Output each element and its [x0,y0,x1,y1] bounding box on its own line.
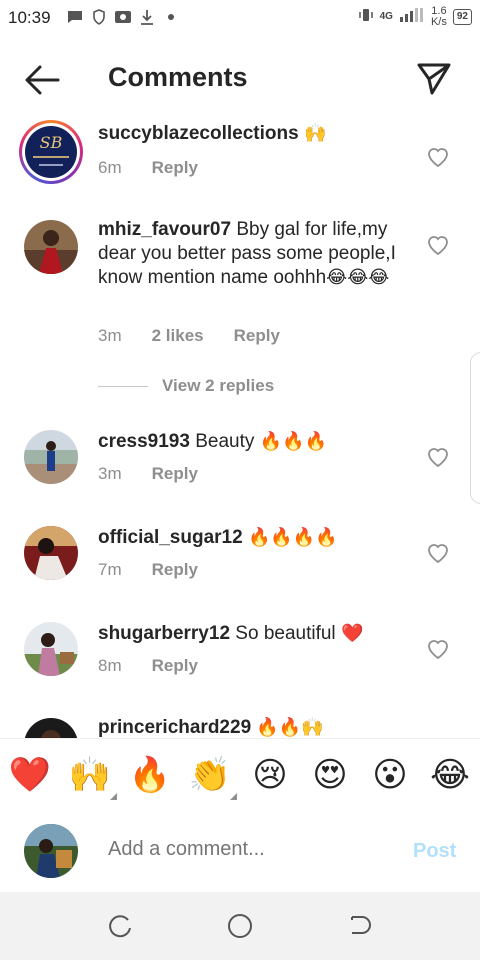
back-arrow-icon [25,65,60,95]
comment-body: So beautiful [235,623,336,644]
emoji-reaction-bar: ❤️ 🙌 🔥 👏 😢 😍 😮 😂 [0,738,480,814]
like-heart-icon[interactable] [424,634,452,662]
avatar[interactable] [24,718,78,738]
home-circle-icon [228,914,252,938]
reply-button[interactable]: Reply [152,464,198,484]
comment-text: shugarberry12 So beautiful ❤️ [98,622,416,646]
reply-button[interactable]: Reply [152,560,198,580]
comments-list[interactable]: SB succyblazecollections 🙌 6m Reply mhiz… [0,112,480,738]
like-heart-icon[interactable] [424,538,452,566]
comment-composer: Post [0,812,480,892]
network-speed: 1.6 K/s [431,6,447,28]
comment-username[interactable]: shugarberry12 [98,623,230,644]
comment-text: succyblazecollections 🙌 [98,122,416,146]
comment-meta: 7m Reply [98,560,228,580]
avatar[interactable] [24,430,78,484]
emoji-heart-button[interactable]: ❤️ [8,753,52,797]
emoji-surprised-button[interactable]: 😮 [368,753,412,797]
skin-tone-indicator-icon [110,793,117,800]
comment-time: 7m [98,560,122,579]
emoji-clap-button[interactable]: 👏 [188,753,232,797]
system-nav-bar [0,892,480,960]
network-type: 4G [379,11,393,22]
divider-line [98,385,148,387]
home-button[interactable] [226,912,254,940]
paper-plane-icon [417,63,451,95]
speed-unit: K/s [430,16,447,28]
status-bar: 10:39 4G 1.6 K/s 92 [0,0,480,36]
view-replies-button[interactable]: View 2 replies [98,376,274,396]
notification-icons [66,9,180,25]
comment-username[interactable]: cress9193 [98,431,190,452]
status-right: 4G 1.6 K/s 92 [358,6,472,28]
reply-button[interactable]: Reply [234,326,280,346]
header: Comments [0,50,480,110]
comment-emojis: 🔥🔥🙌 [256,717,324,738]
emoji-raised-hands-button[interactable]: 🙌 [68,753,112,797]
brand-logo-image: SB [25,126,77,178]
page-title: Comments [108,62,248,92]
vibrate-icon [358,8,374,27]
send-button[interactable] [416,60,452,96]
shield-icon [90,9,108,25]
comment-emojis: 🔥🔥🔥 [259,431,327,452]
photo-icon [114,9,132,25]
recent-apps-button[interactable] [106,912,134,940]
signal-icon [399,7,425,28]
comment-meta: 8m Reply [98,656,228,676]
comment-username[interactable]: mhiz_favour07 [98,219,231,240]
comment-emojis: 😂😂😂 [326,267,390,288]
emoji-crying-button[interactable]: 😢 [248,753,292,797]
message-icon [66,9,84,25]
reply-button[interactable]: Reply [152,656,198,676]
back-button[interactable] [24,62,60,98]
post-button[interactable]: Post [413,840,456,863]
status-time: 10:39 [8,8,51,27]
comment-time: 3m [98,464,122,483]
avatar[interactable]: SB [19,120,83,184]
back-nav-button[interactable] [346,912,374,940]
comment-emojis: 🙌 [303,123,327,144]
comment-username[interactable]: succyblazecollections [98,123,299,144]
likes-count[interactable]: 2 likes [152,326,204,346]
comment-meta: 6m Reply [98,158,228,178]
comment-body: Beauty [195,431,255,452]
avatar[interactable] [24,220,78,274]
emoji-fire-button[interactable]: 🔥 [128,753,172,797]
battery-indicator: 92 [452,9,472,25]
recent-apps-icon [109,915,131,938]
comment-time: 3m [98,326,122,345]
comment-time: 6m [98,158,122,177]
like-heart-icon[interactable] [424,142,452,170]
comment-emojis: 🔥🔥🔥🔥 [247,527,338,548]
emoji-joy-button[interactable]: 😂 [428,753,472,797]
comment-text: mhiz_favour07 Bby gal for life,my dear y… [98,218,416,290]
comment-time: 8m [98,656,122,675]
comment-text: princerichard229 🔥🔥🙌 [98,716,416,738]
comment-meta: 3m 2 likes Reply [98,326,310,346]
like-heart-icon[interactable] [424,442,452,470]
avatar[interactable] [24,622,78,676]
comment-emojis: ❤️ [340,623,364,644]
comment-text: cress9193 Beauty 🔥🔥🔥 [98,430,416,454]
download-icon [138,9,156,25]
user-avatar [24,824,78,878]
emoji-heart-eyes-button[interactable]: 😍 [308,753,352,797]
comment-meta: 3m Reply [98,464,228,484]
comment-username[interactable]: official_sugar12 [98,527,243,548]
avatar[interactable] [24,526,78,580]
reply-button[interactable]: Reply [152,158,198,178]
scroll-handle[interactable] [470,352,480,504]
dot-icon [162,9,180,25]
comment-username[interactable]: princerichard229 [98,717,251,738]
comment-text: official_sugar12 🔥🔥🔥🔥 [98,526,416,550]
back-nav-icon [351,916,371,934]
view-replies-label: View 2 replies [162,376,275,395]
comment-input[interactable] [108,838,388,861]
like-heart-icon[interactable] [424,230,452,258]
skin-tone-indicator-icon [230,793,237,800]
